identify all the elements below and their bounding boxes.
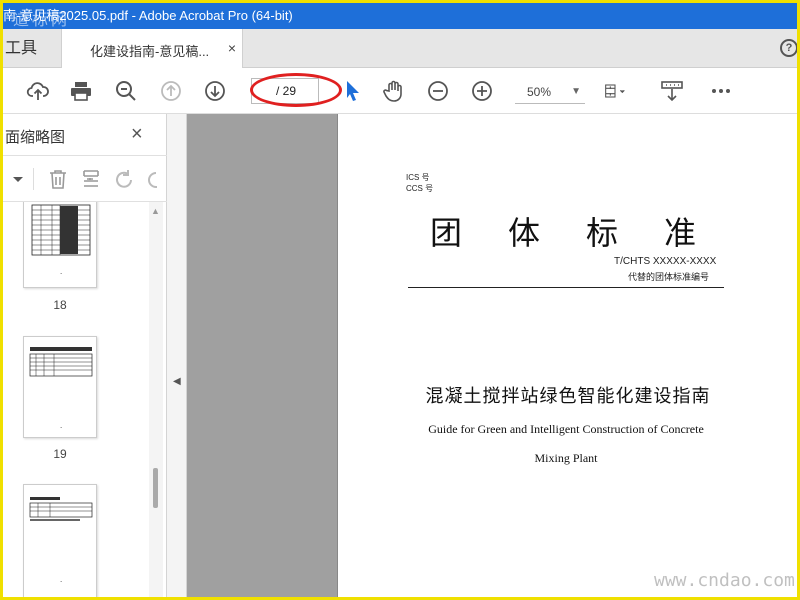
print-icon[interactable]	[69, 79, 93, 103]
collapse-arrow-icon[interactable]: ◀	[173, 376, 181, 387]
panel-splitter[interactable]: ◀	[167, 114, 187, 597]
more-icon[interactable]	[709, 79, 733, 103]
document-title-cn: 混凝土搅拌站绿色智能化建设指南	[425, 386, 711, 406]
ics-number: ICS 号	[406, 173, 430, 182]
thumbnail-dot: .	[60, 267, 63, 276]
site-watermark: www.cndao.com	[654, 570, 795, 591]
page-fit-icon[interactable]	[603, 79, 639, 103]
thumbnail-page[interactable]: .	[23, 336, 97, 438]
thumbnail-page[interactable]: .	[23, 484, 97, 597]
zoom-value: 50%	[527, 85, 552, 99]
hand-tool-icon[interactable]	[382, 79, 406, 103]
zoom-search-icon[interactable]	[114, 79, 138, 103]
thumbnail-dot: .	[60, 421, 63, 430]
options-dropdown-icon[interactable]	[5, 168, 23, 190]
page-up-icon[interactable]	[159, 79, 183, 103]
replaced-standard-note: 代替的团体标准编号	[628, 272, 710, 282]
panel-close-button[interactable]: ×	[131, 123, 143, 146]
main-toolbar: / 29 50% ▼	[3, 68, 797, 114]
thumbnail-label: 18	[53, 298, 67, 312]
zoom-dropdown[interactable]: 50% ▼	[515, 80, 585, 104]
standard-title: 团体标准	[430, 214, 743, 252]
tab-document-label: 化建设指南-意见稿...	[90, 44, 210, 59]
scrollbar-thumb[interactable]	[153, 468, 158, 508]
panel-title: 面缩略图	[5, 129, 66, 146]
undo-rotate-icon[interactable]	[113, 168, 135, 190]
tab-close-button[interactable]: ×	[228, 40, 236, 56]
thumbnail-scrollbar[interactable]: ▲	[149, 202, 163, 597]
tab-document[interactable]: 化建设指南-意见稿... ×	[61, 29, 243, 68]
insert-page-icon[interactable]	[81, 168, 103, 190]
thumbnail-dot: .	[60, 575, 63, 584]
thumbnail-list: . 18 . 19 .	[3, 202, 151, 597]
document-title-en: Mixing Plant	[534, 451, 598, 465]
panel-header: 面缩略图 ×	[3, 114, 167, 156]
divider	[33, 168, 34, 190]
title-bar: 南-意见稿2025.05.pdf - Adobe Acrobat Pro (64…	[3, 3, 797, 29]
chevron-down-icon: ▼	[571, 86, 581, 97]
tab-bar: 工具 化建设指南-意见稿... × ?	[3, 29, 797, 68]
document-background	[187, 114, 337, 597]
page-down-icon[interactable]	[203, 79, 227, 103]
thumbnail-page[interactable]: .	[23, 202, 97, 288]
watermark-logo: 道标网	[13, 10, 71, 29]
annotation-circle	[250, 73, 342, 107]
standard-code: T/CHTS XXXXX-XXXX	[614, 256, 717, 267]
ccs-number: CCS 号	[406, 184, 434, 193]
trash-icon[interactable]	[47, 168, 69, 190]
panel-toolbar	[3, 156, 167, 202]
redo-rotate-icon[interactable]	[145, 168, 157, 190]
cloud-upload-icon[interactable]	[26, 79, 50, 103]
thumbnail-label: 19	[53, 447, 67, 461]
help-icon[interactable]: ?	[780, 39, 797, 57]
scroll-up-icon[interactable]: ▲	[151, 206, 160, 216]
document-title-en: Guide for Green and Intelligent Construc…	[428, 422, 704, 436]
thumbnails-panel: 面缩略图 × . 18 . 19 . ▲	[3, 114, 167, 597]
divider	[408, 287, 724, 288]
pdf-page: ICS 号 CCS 号 团体标准 T/CHTS XXXXX-XXXX 代替的团体…	[337, 114, 797, 597]
zoom-out-icon[interactable]	[426, 79, 450, 103]
app-window: 南-意见稿2025.05.pdf - Adobe Acrobat Pro (64…	[3, 3, 797, 597]
tab-tools[interactable]: 工具	[3, 29, 37, 68]
zoom-in-icon[interactable]	[470, 79, 494, 103]
ics-label: ICS 号 CCS 号	[406, 172, 433, 194]
select-cursor-icon[interactable]	[341, 79, 365, 103]
scroll-mode-icon[interactable]	[660, 79, 684, 103]
